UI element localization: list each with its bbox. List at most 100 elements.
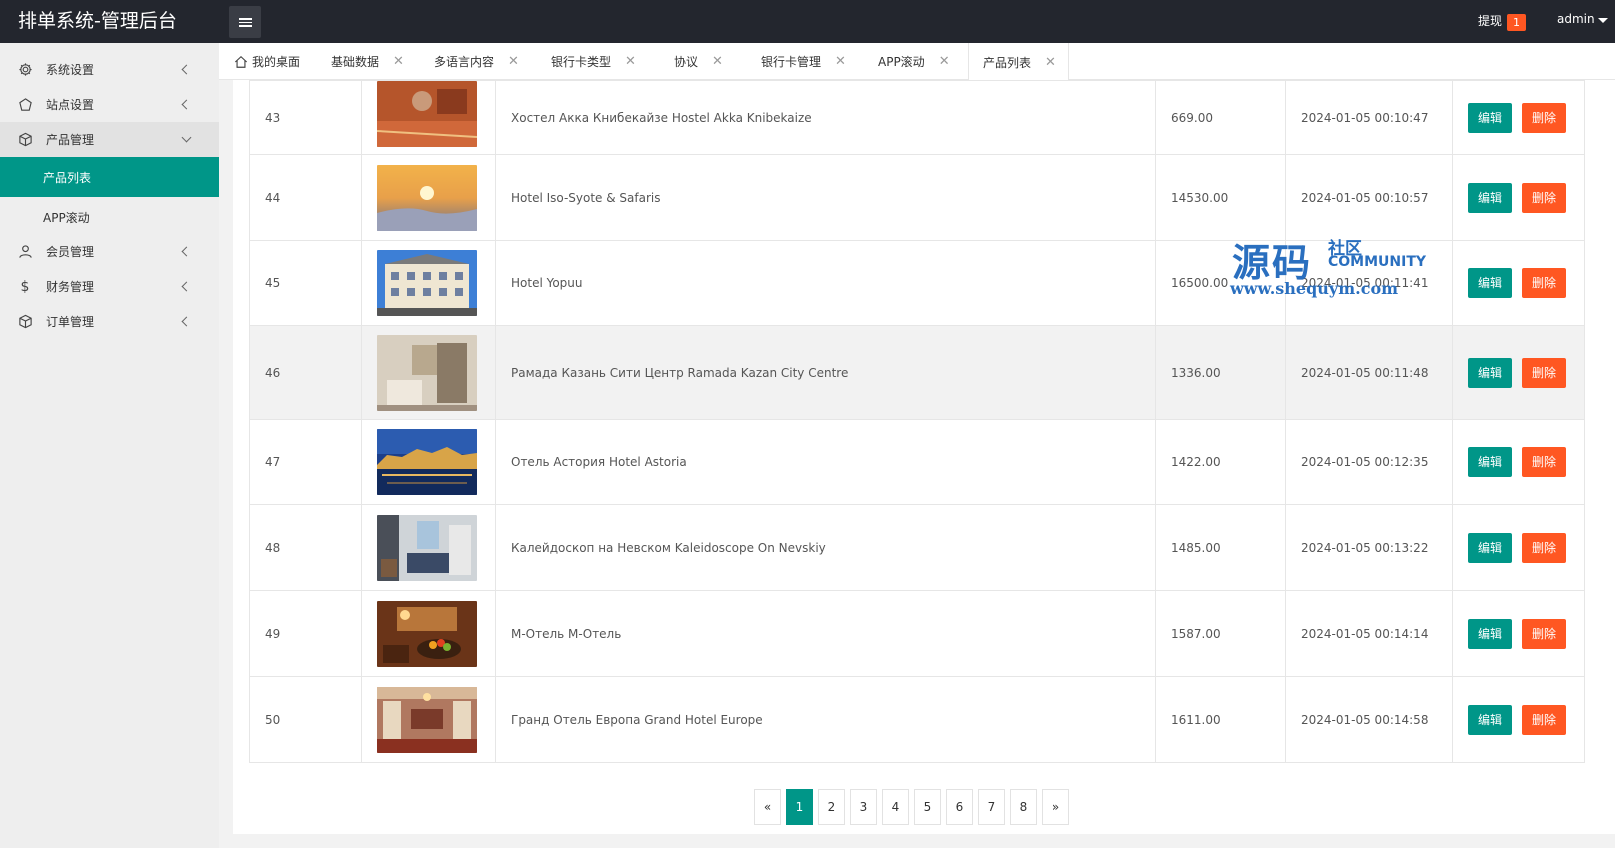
tab-bank-card-management[interactable]: 银行卡管理 ✕ [761, 43, 846, 80]
sidebar-item-member-management[interactable]: 会员管理 [0, 234, 219, 269]
menu-toggle-button[interactable] [229, 6, 261, 38]
tab-multilang-content[interactable]: 多语言内容 ✕ [434, 43, 519, 80]
cell-time: 2024-01-05 00:12:35 [1285, 419, 1453, 505]
user-icon [17, 244, 33, 260]
edit-button[interactable]: 编辑 [1468, 357, 1512, 388]
pagination-page[interactable]: 7 [978, 789, 1005, 825]
product-thumbnail [377, 429, 477, 495]
sidebar-item-label: 会员管理 [46, 245, 95, 259]
sidebar-item-product-management[interactable]: 产品管理 [0, 122, 219, 157]
tab-bar: 我的桌面 基础数据 ✕ 多语言内容 ✕ 银行卡类型 ✕ 协议 ✕ 银行卡管理 ✕… [219, 43, 1615, 81]
sidebar-item-site-settings[interactable]: 站点设置 [0, 87, 219, 122]
cell-price: 669.00 [1155, 80, 1286, 155]
cell-name: Гранд Отель Европа Grand Hotel Europe [495, 676, 1156, 763]
cell-id: 43 [249, 80, 362, 155]
pagination-page[interactable]: 1 [786, 789, 813, 825]
product-thumbnail [377, 686, 477, 753]
tab-product-list[interactable]: 产品列表 ✕ [968, 43, 1069, 81]
withdraw-count-badge: 1 [1507, 14, 1526, 31]
pagination-page[interactable]: 2 [818, 789, 845, 825]
sidebar-item-order-management[interactable]: 订单管理 [0, 304, 219, 339]
pagination-prev[interactable]: « [754, 789, 781, 825]
close-icon[interactable]: ✕ [835, 54, 846, 69]
table-row: 47 Отель Астория Hotel Astoria 1422.00 2… [249, 419, 1585, 505]
close-icon[interactable]: ✕ [508, 54, 519, 69]
cell-name: М-Отель М-Отель [495, 590, 1156, 677]
cell-actions: 编辑 删除 [1452, 80, 1585, 155]
pagination-page[interactable]: 5 [914, 789, 941, 825]
user-menu[interactable]: admin [1557, 12, 1595, 26]
cell-image [361, 676, 496, 763]
pagination-page[interactable]: 4 [882, 789, 909, 825]
cell-image [361, 325, 496, 420]
cell-actions: 编辑 删除 [1452, 419, 1585, 505]
pagination-next[interactable]: » [1042, 789, 1069, 825]
delete-button[interactable]: 删除 [1522, 102, 1566, 133]
cell-id: 46 [249, 325, 362, 420]
cell-actions: 编辑 删除 [1452, 676, 1585, 763]
tab-app-scroll[interactable]: APP滚动 ✕ [878, 43, 950, 80]
edit-button[interactable]: 编辑 [1468, 447, 1512, 477]
tab-basic-data[interactable]: 基础数据 ✕ [331, 43, 404, 80]
cell-price: 1611.00 [1155, 676, 1286, 763]
product-thumbnail [377, 250, 477, 316]
sidebar-item-finance-management[interactable]: $ 财务管理 [0, 269, 219, 304]
sidebar-item-system-settings[interactable]: 系统设置 [0, 52, 219, 87]
delete-button[interactable]: 删除 [1522, 618, 1566, 649]
tab-label: 我的桌面 [252, 55, 301, 69]
cell-image [361, 419, 496, 505]
tab-label: 协议 [674, 55, 699, 69]
cell-id: 44 [249, 154, 362, 241]
pagination: « 1 2 3 4 5 6 7 8 » [754, 789, 1074, 825]
sidebar-item-label: 产品管理 [46, 133, 95, 147]
cell-time: 2024-01-05 00:10:57 [1285, 154, 1453, 241]
delete-button[interactable]: 删除 [1522, 268, 1566, 298]
tab-agreement[interactable]: 协议 ✕ [674, 43, 723, 80]
caret-down-icon[interactable] [1598, 18, 1608, 23]
pagination-page[interactable]: 8 [1010, 789, 1037, 825]
tab-label: 多语言内容 [434, 55, 495, 69]
sidebar-subitem-label: APP滚动 [43, 210, 90, 225]
tab-bank-card-type[interactable]: 银行卡类型 ✕ [551, 43, 636, 80]
product-thumbnail [377, 514, 477, 581]
close-icon[interactable]: ✕ [625, 54, 636, 69]
edit-button[interactable]: 编辑 [1468, 182, 1512, 213]
withdraw-link[interactable]: 提现 [1478, 12, 1502, 29]
sidebar-item-label: 财务管理 [46, 280, 95, 294]
sidebar-subitem-product-list[interactable]: 产品列表 [0, 157, 219, 197]
cell-actions: 编辑 删除 [1452, 590, 1585, 677]
edit-button[interactable]: 编辑 [1468, 704, 1512, 735]
delete-button[interactable]: 删除 [1522, 704, 1566, 735]
tab-label: 产品列表 [983, 55, 1032, 70]
cell-name: Hotel Yopuu [495, 240, 1156, 326]
close-icon[interactable]: ✕ [939, 54, 950, 69]
edit-button[interactable]: 编辑 [1468, 532, 1512, 563]
cell-image [361, 80, 496, 155]
chevron-left-icon [181, 281, 192, 292]
cell-time: 2024-01-05 00:10:47 [1285, 80, 1453, 155]
cell-name: Отель Астория Hotel Astoria [495, 419, 1156, 505]
chevron-left-icon [181, 316, 192, 327]
close-icon[interactable]: ✕ [393, 54, 404, 69]
edit-button[interactable]: 编辑 [1468, 618, 1512, 649]
delete-button[interactable]: 删除 [1522, 447, 1566, 477]
edit-button[interactable]: 编辑 [1468, 268, 1512, 298]
tab-my-desktop[interactable]: 我的桌面 [234, 43, 300, 80]
sidebar-subitem-app-scroll[interactable]: APP滚动 [0, 197, 219, 237]
delete-button[interactable]: 删除 [1522, 532, 1566, 563]
app-title: 排单系统-管理后台 [18, 10, 177, 32]
close-icon[interactable]: ✕ [712, 54, 723, 69]
pagination-page[interactable]: 3 [850, 789, 877, 825]
cell-actions: 编辑 删除 [1452, 240, 1585, 326]
cell-image [361, 504, 496, 591]
pagination-page[interactable]: 6 [946, 789, 973, 825]
close-icon[interactable]: ✕ [1045, 55, 1056, 70]
cell-price: 1485.00 [1155, 504, 1286, 591]
delete-button[interactable]: 删除 [1522, 357, 1566, 388]
cell-name: Рамада Казань Сити Центр Ramada Kazan Ci… [495, 325, 1156, 420]
chevron-down-icon [181, 132, 192, 143]
edit-button[interactable]: 编辑 [1468, 102, 1512, 133]
cell-price: 14530.00 [1155, 154, 1286, 241]
delete-button[interactable]: 删除 [1522, 182, 1566, 213]
hamburger-icon [238, 17, 252, 27]
